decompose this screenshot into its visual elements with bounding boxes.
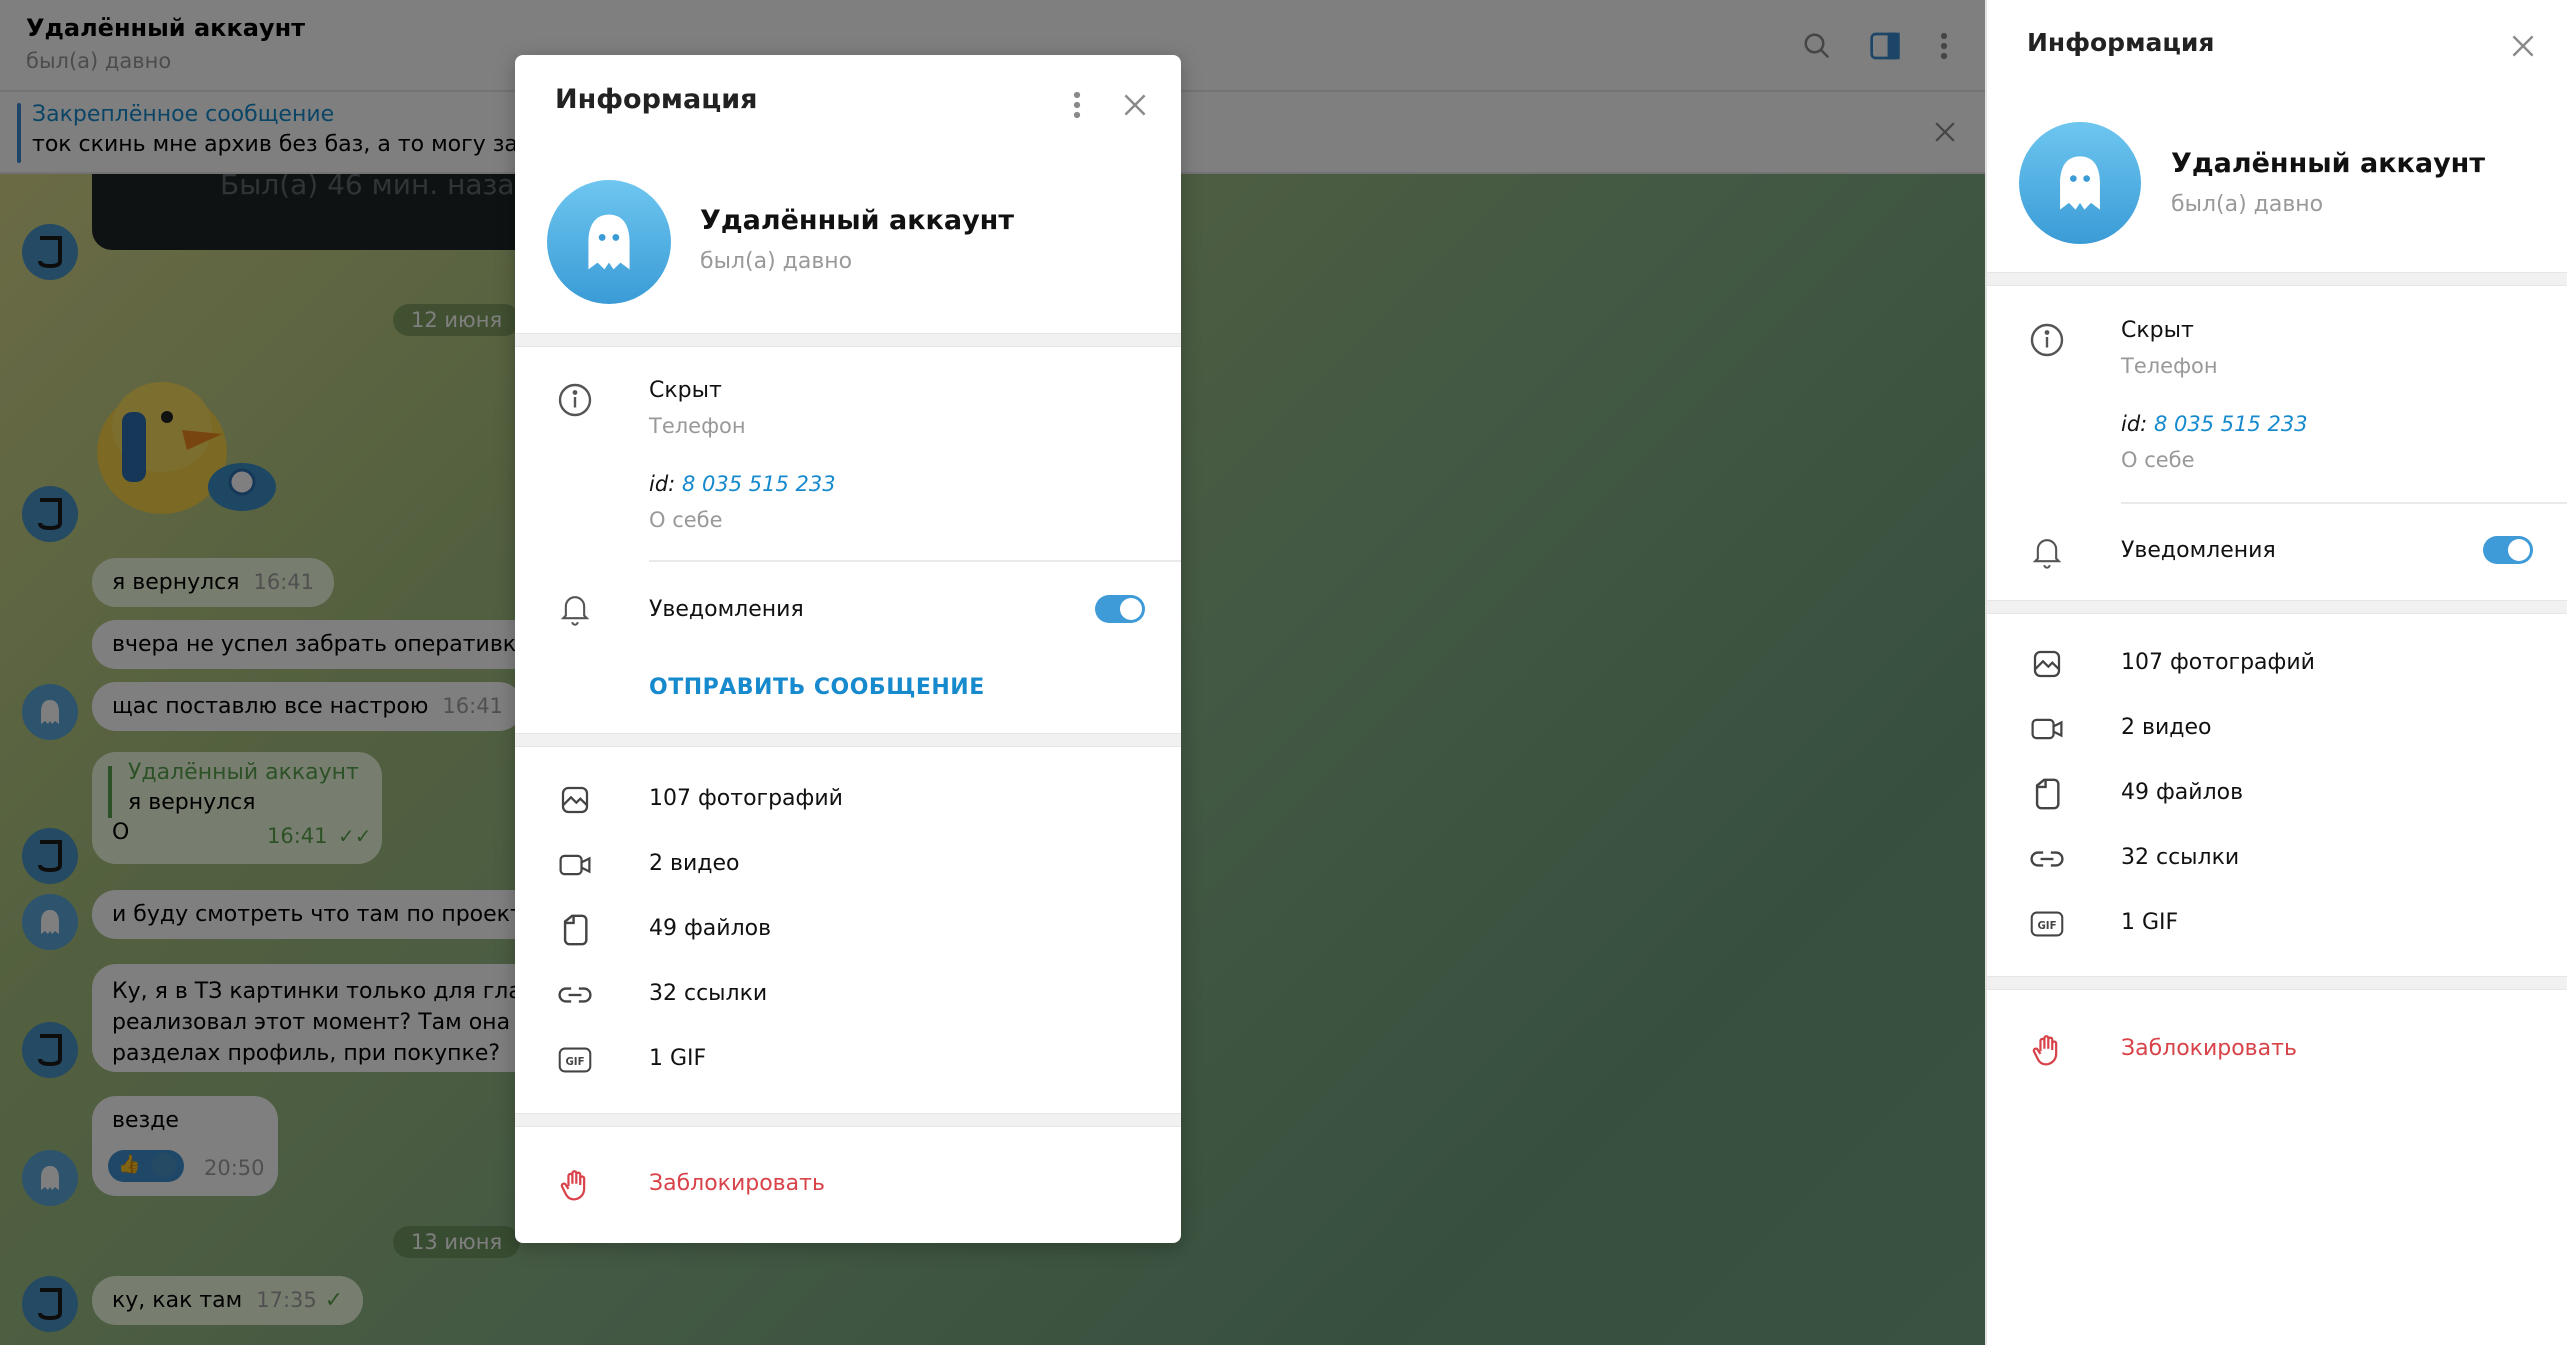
svg-text:GIF: GIF <box>565 1057 584 1068</box>
link-icon <box>555 975 595 1015</box>
bio-label: О себе <box>649 508 723 532</box>
ghost-icon <box>588 214 630 270</box>
media-gifs[interactable]: 1 GIF <box>649 1046 706 1071</box>
phone-label: Телефон <box>2121 354 2218 378</box>
media-files[interactable]: 49 файлов <box>649 916 771 941</box>
notifications-toggle[interactable] <box>2483 536 2533 564</box>
media-videos[interactable]: 2 видео <box>2121 715 2211 740</box>
media-photos[interactable]: 107 фотографий <box>2121 650 2315 675</box>
link-icon <box>2027 839 2067 879</box>
send-message-button[interactable]: ОТПРАВИТЬ СООБЩЕНИЕ <box>649 675 985 700</box>
notifications-label: Уведомления <box>2121 538 2276 563</box>
file-icon <box>2027 774 2067 814</box>
phone-value[interactable]: Скрыт <box>649 378 722 403</box>
id-value[interactable]: 8 035 515 233 <box>682 472 836 496</box>
section-divider <box>515 333 1181 347</box>
profile-avatar[interactable] <box>547 180 671 304</box>
id-prefix: id: <box>649 472 676 496</box>
profile-side-panel: Информация Удалённый аккаунт был(а) давн… <box>1985 0 2567 1345</box>
dialog-title: Информация <box>555 84 758 115</box>
profile-avatar[interactable] <box>2019 122 2141 244</box>
info-icon <box>2027 320 2067 360</box>
id-value[interactable]: 8 035 515 233 <box>2154 412 2308 436</box>
user-id[interactable]: id: 8 035 515 233 <box>649 472 836 496</box>
user-id[interactable]: id: 8 035 515 233 <box>2121 412 2308 436</box>
close-icon[interactable] <box>1115 85 1155 125</box>
divider <box>2121 502 2567 504</box>
hand-block-icon <box>555 1165 595 1205</box>
phone-value[interactable]: Скрыт <box>2121 318 2194 343</box>
info-icon <box>555 380 595 420</box>
profile-name: Удалённый аккаунт <box>2171 148 2485 179</box>
photo-icon <box>2027 644 2067 684</box>
profile-name: Удалённый аккаунт <box>700 205 1014 236</box>
svg-text:GIF: GIF <box>2037 921 2056 932</box>
photo-icon <box>555 780 595 820</box>
profile-status: был(а) давно <box>700 249 853 274</box>
phone-label: Телефон <box>649 414 746 438</box>
panel-title: Информация <box>2027 28 2215 57</box>
section-divider <box>515 733 1181 747</box>
close-icon[interactable] <box>2503 26 2543 66</box>
bell-icon <box>555 589 595 629</box>
hand-block-icon <box>2027 1030 2067 1070</box>
bio-label: О себе <box>2121 448 2195 472</box>
video-icon <box>555 845 595 885</box>
block-user-button[interactable]: Заблокировать <box>2121 1036 2297 1061</box>
file-icon <box>555 910 595 950</box>
id-prefix: id: <box>2121 412 2148 436</box>
media-links[interactable]: 32 ссылки <box>2121 845 2239 870</box>
gif-icon: GIF <box>2027 904 2067 944</box>
ghost-icon <box>2060 156 2100 210</box>
media-videos[interactable]: 2 видео <box>649 851 739 876</box>
section-divider <box>1987 272 2567 286</box>
section-divider <box>1987 976 2567 990</box>
info-dialog: Информация Удалённый аккаунт был(а) давн… <box>515 55 1181 1243</box>
video-icon <box>2027 709 2067 749</box>
bell-icon <box>2027 532 2067 572</box>
block-user-button[interactable]: Заблокировать <box>649 1171 825 1196</box>
divider <box>649 560 1181 562</box>
gif-icon: GIF <box>555 1040 595 1080</box>
media-links[interactable]: 32 ссылки <box>649 981 767 1006</box>
media-files[interactable]: 49 файлов <box>2121 780 2243 805</box>
media-photos[interactable]: 107 фотографий <box>649 786 843 811</box>
profile-status: был(а) давно <box>2171 192 2324 217</box>
media-gifs[interactable]: 1 GIF <box>2121 910 2178 935</box>
section-divider <box>1987 600 2567 614</box>
notifications-toggle[interactable] <box>1095 595 1145 623</box>
section-divider <box>515 1113 1181 1127</box>
more-vertical-icon[interactable] <box>1062 85 1092 125</box>
notifications-label: Уведомления <box>649 597 804 622</box>
